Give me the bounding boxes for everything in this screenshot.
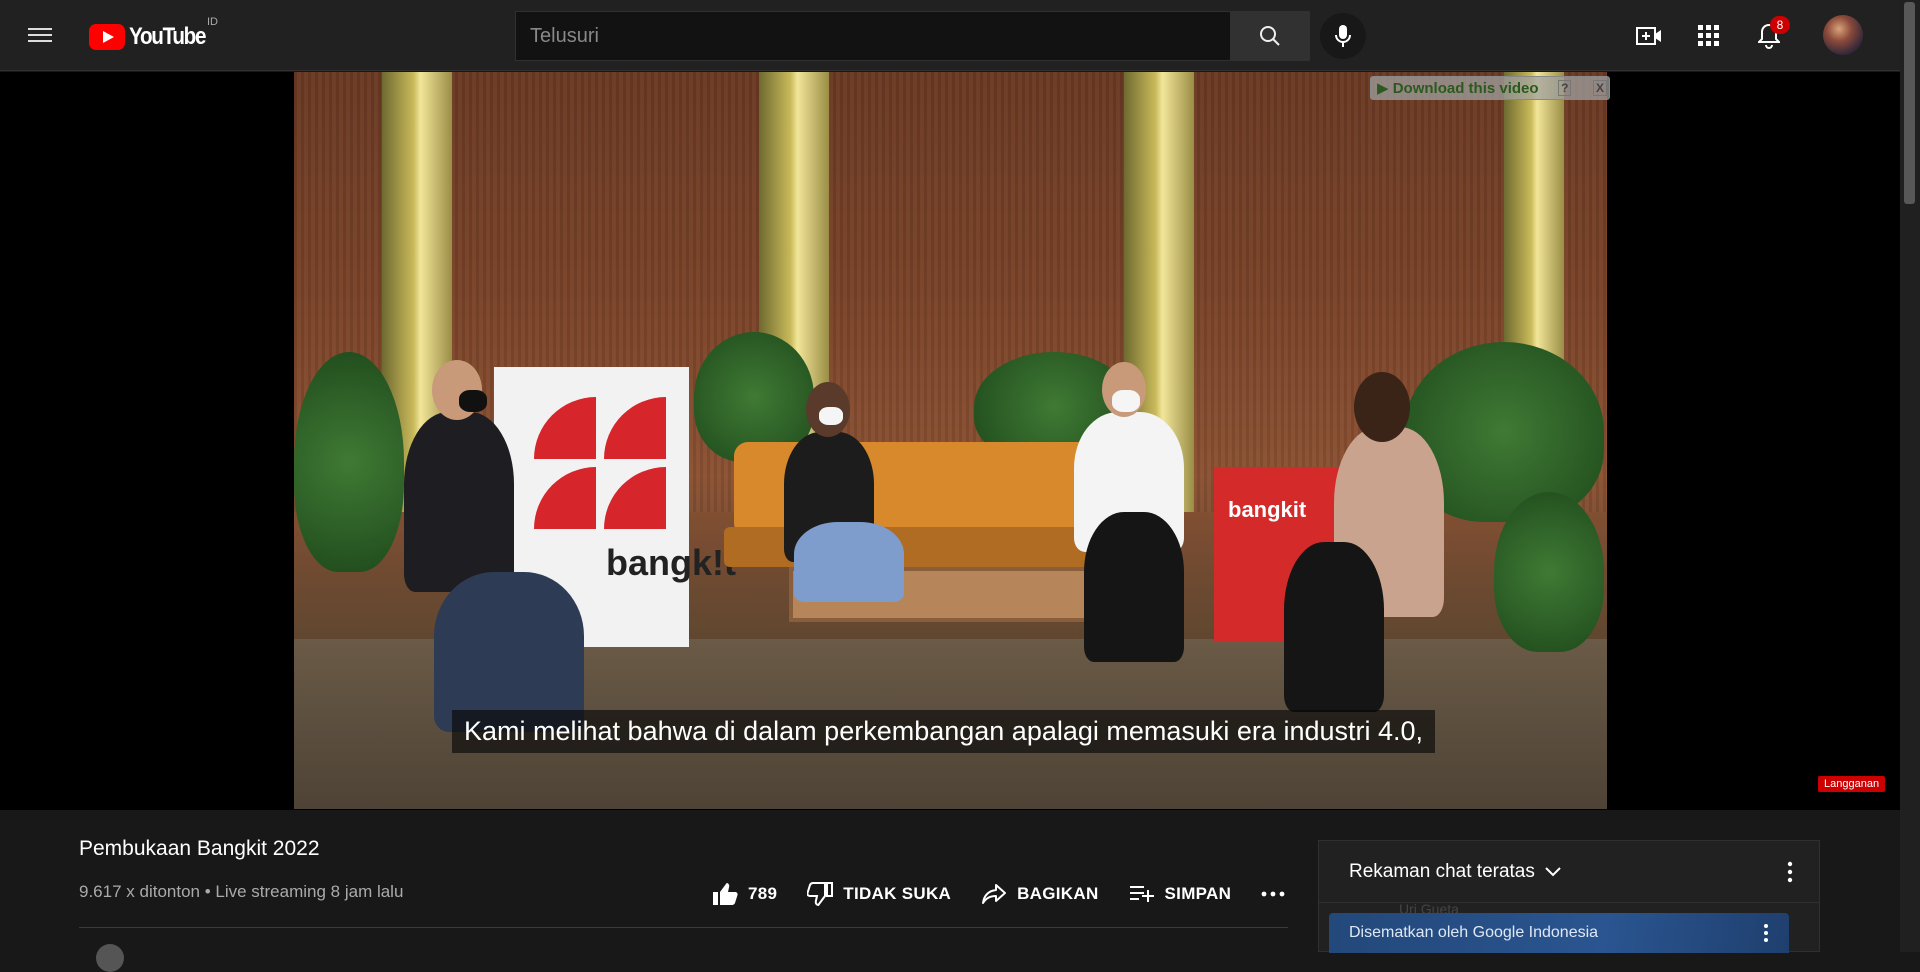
like-button[interactable]: 789	[712, 882, 777, 906]
dislike-label: TIDAK SUKA	[843, 884, 952, 903]
apps-button[interactable]	[1693, 20, 1725, 52]
download-label: ▶ Download this video	[1377, 80, 1539, 97]
notifications-button[interactable]: 8	[1753, 16, 1790, 52]
save-label: SIMPAN	[1164, 884, 1232, 903]
youtube-logo[interactable]: YouTube ID	[89, 16, 218, 52]
voice-search-button[interactable]	[1320, 13, 1366, 59]
search-icon	[1260, 26, 1280, 46]
stand-logo-text: bangk!t	[606, 542, 736, 583]
live-chat-panel: Rekaman chat teratas Uri Gueta Disematka…	[1318, 840, 1820, 953]
like-count: 789	[748, 884, 778, 903]
account-avatar[interactable]	[1823, 15, 1863, 55]
subscribe-watermark[interactable]: Langganan	[1818, 776, 1886, 792]
speaker-3-legs	[1084, 512, 1184, 662]
notification-count-badge: 8	[1770, 16, 1790, 34]
video-player[interactable]: bangk!t bangkit Kami melihat bahwa di da…	[294, 72, 1607, 809]
search-box	[515, 11, 1310, 61]
search-input[interactable]	[515, 11, 1230, 61]
video-meta: 9.617 x ditonton • Live streaming 8 jam …	[79, 882, 404, 901]
download-video-button[interactable]: ▶ Download this video ? X	[1370, 76, 1610, 100]
menu-icon[interactable]	[28, 24, 54, 46]
chat-header-label: Rekaman chat teratas	[1349, 860, 1535, 882]
microphone-icon	[1335, 25, 1351, 47]
create-video-icon	[1636, 27, 1661, 45]
download-help-icon[interactable]: ?	[1558, 80, 1572, 96]
plant	[1494, 492, 1604, 652]
pinned-label: Disematkan oleh Google Indonesia	[1349, 924, 1599, 941]
share-button[interactable]: BAGIKAN	[981, 883, 1098, 905]
youtube-play-icon	[89, 24, 125, 50]
video-actions: 789 TIDAK SUKA BAGIKAN SIMPAN	[712, 872, 1285, 916]
pinned-menu-button[interactable]	[1763, 923, 1769, 948]
logo-text: YouTube	[129, 23, 206, 50]
video-subtitle: Kami melihat bahwa di dalam perkembangan…	[452, 710, 1436, 753]
thumbs-down-icon	[807, 882, 834, 906]
scrollbar-thumb[interactable]	[1904, 2, 1915, 204]
more-vertical-icon	[1764, 924, 1768, 942]
apps-grid-icon	[1698, 25, 1719, 46]
mask	[459, 390, 487, 412]
video-title: Pembukaan Bangkit 2022	[79, 837, 320, 860]
thumbs-up-icon	[713, 883, 738, 905]
chat-mode-dropdown[interactable]: Rekaman chat teratas	[1319, 841, 1819, 903]
download-close-icon[interactable]: X	[1592, 80, 1607, 96]
create-video-button[interactable]	[1633, 20, 1665, 52]
plant	[294, 352, 404, 572]
more-vertical-icon	[1787, 861, 1793, 883]
mask	[1112, 390, 1140, 412]
info-divider	[79, 927, 1288, 928]
search-button[interactable]	[1230, 11, 1310, 61]
share-icon	[982, 884, 1007, 904]
more-horizontal-icon	[1261, 891, 1285, 897]
chevron-down-icon	[1545, 866, 1561, 876]
speaker-2-legs	[794, 522, 904, 602]
dislike-button[interactable]: TIDAK SUKA	[807, 882, 951, 906]
save-button[interactable]: SIMPAN	[1129, 884, 1232, 904]
mask	[819, 407, 843, 425]
share-label: BAGIKAN	[1017, 884, 1099, 903]
host-head	[1354, 372, 1410, 442]
region-code: ID	[207, 16, 218, 28]
chat-menu-button[interactable]	[1787, 861, 1793, 888]
speaker-1	[404, 412, 514, 592]
channel-avatar[interactable]	[96, 944, 124, 972]
speaker-1-legs	[434, 572, 584, 732]
host-legs	[1284, 542, 1384, 712]
redbox-text: bangkit	[1228, 497, 1307, 522]
playlist-add-icon	[1129, 886, 1154, 902]
pinned-message[interactable]: Disematkan oleh Google Indonesia	[1329, 913, 1789, 953]
masthead: YouTube ID 8	[0, 0, 1900, 71]
more-actions-button[interactable]	[1261, 891, 1285, 897]
page-scrollbar[interactable]	[1900, 0, 1920, 952]
